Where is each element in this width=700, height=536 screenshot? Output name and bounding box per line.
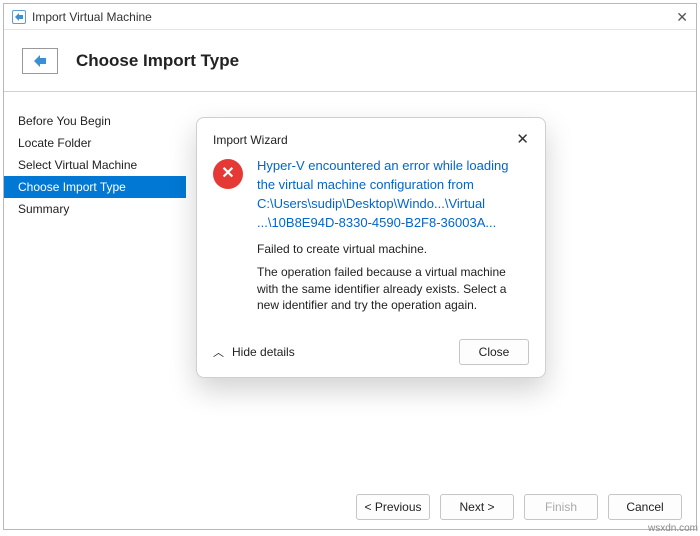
- dialog-close-icon[interactable]: ✕: [516, 132, 529, 147]
- page-title: Choose Import Type: [76, 51, 239, 71]
- wizard-sidebar: Before You Begin Locate Folder Select Vi…: [4, 92, 186, 485]
- chevron-up-icon: ︿: [213, 344, 224, 360]
- source-tag: wsxdn.com: [648, 523, 698, 534]
- window-title: Import Virtual Machine: [32, 10, 152, 24]
- next-button[interactable]: Next >: [440, 494, 514, 520]
- wizard-header: Choose Import Type: [4, 30, 696, 92]
- titlebar-close-icon[interactable]: ✕: [676, 10, 688, 24]
- cancel-button[interactable]: Cancel: [608, 494, 682, 520]
- app-icon: [12, 10, 26, 24]
- import-icon: [22, 48, 58, 74]
- error-icon: ✕: [213, 159, 243, 189]
- wizard-footer: < Previous Next > Finish Cancel: [4, 485, 696, 529]
- error-text-block: Hyper-V encountered an error while loadi…: [257, 157, 529, 313]
- sidebar-item-select-vm[interactable]: Select Virtual Machine: [4, 154, 186, 176]
- sidebar-item-before-you-begin[interactable]: Before You Begin: [4, 110, 186, 132]
- previous-button[interactable]: < Previous: [356, 494, 430, 520]
- hide-details-toggle[interactable]: ︿ Hide details: [213, 344, 295, 360]
- error-subtitle: Failed to create virtual machine.: [257, 242, 529, 256]
- close-button[interactable]: Close: [459, 339, 529, 365]
- sidebar-item-choose-import-type[interactable]: Choose Import Type: [4, 176, 186, 198]
- dialog-titlebar: Import Wizard ✕: [213, 132, 529, 147]
- titlebar: Import Virtual Machine ✕: [4, 4, 696, 30]
- error-detail: The operation failed because a virtual m…: [257, 264, 529, 313]
- hide-details-label: Hide details: [232, 345, 295, 359]
- dialog-body: ✕ Hyper-V encountered an error while loa…: [213, 157, 529, 313]
- dialog-title: Import Wizard: [213, 133, 288, 147]
- error-heading: Hyper-V encountered an error while loadi…: [257, 157, 529, 232]
- sidebar-item-summary[interactable]: Summary: [4, 198, 186, 220]
- error-dialog: Import Wizard ✕ ✕ Hyper-V encountered an…: [196, 117, 546, 378]
- dialog-footer: ︿ Hide details Close: [213, 329, 529, 365]
- sidebar-item-locate-folder[interactable]: Locate Folder: [4, 132, 186, 154]
- finish-button: Finish: [524, 494, 598, 520]
